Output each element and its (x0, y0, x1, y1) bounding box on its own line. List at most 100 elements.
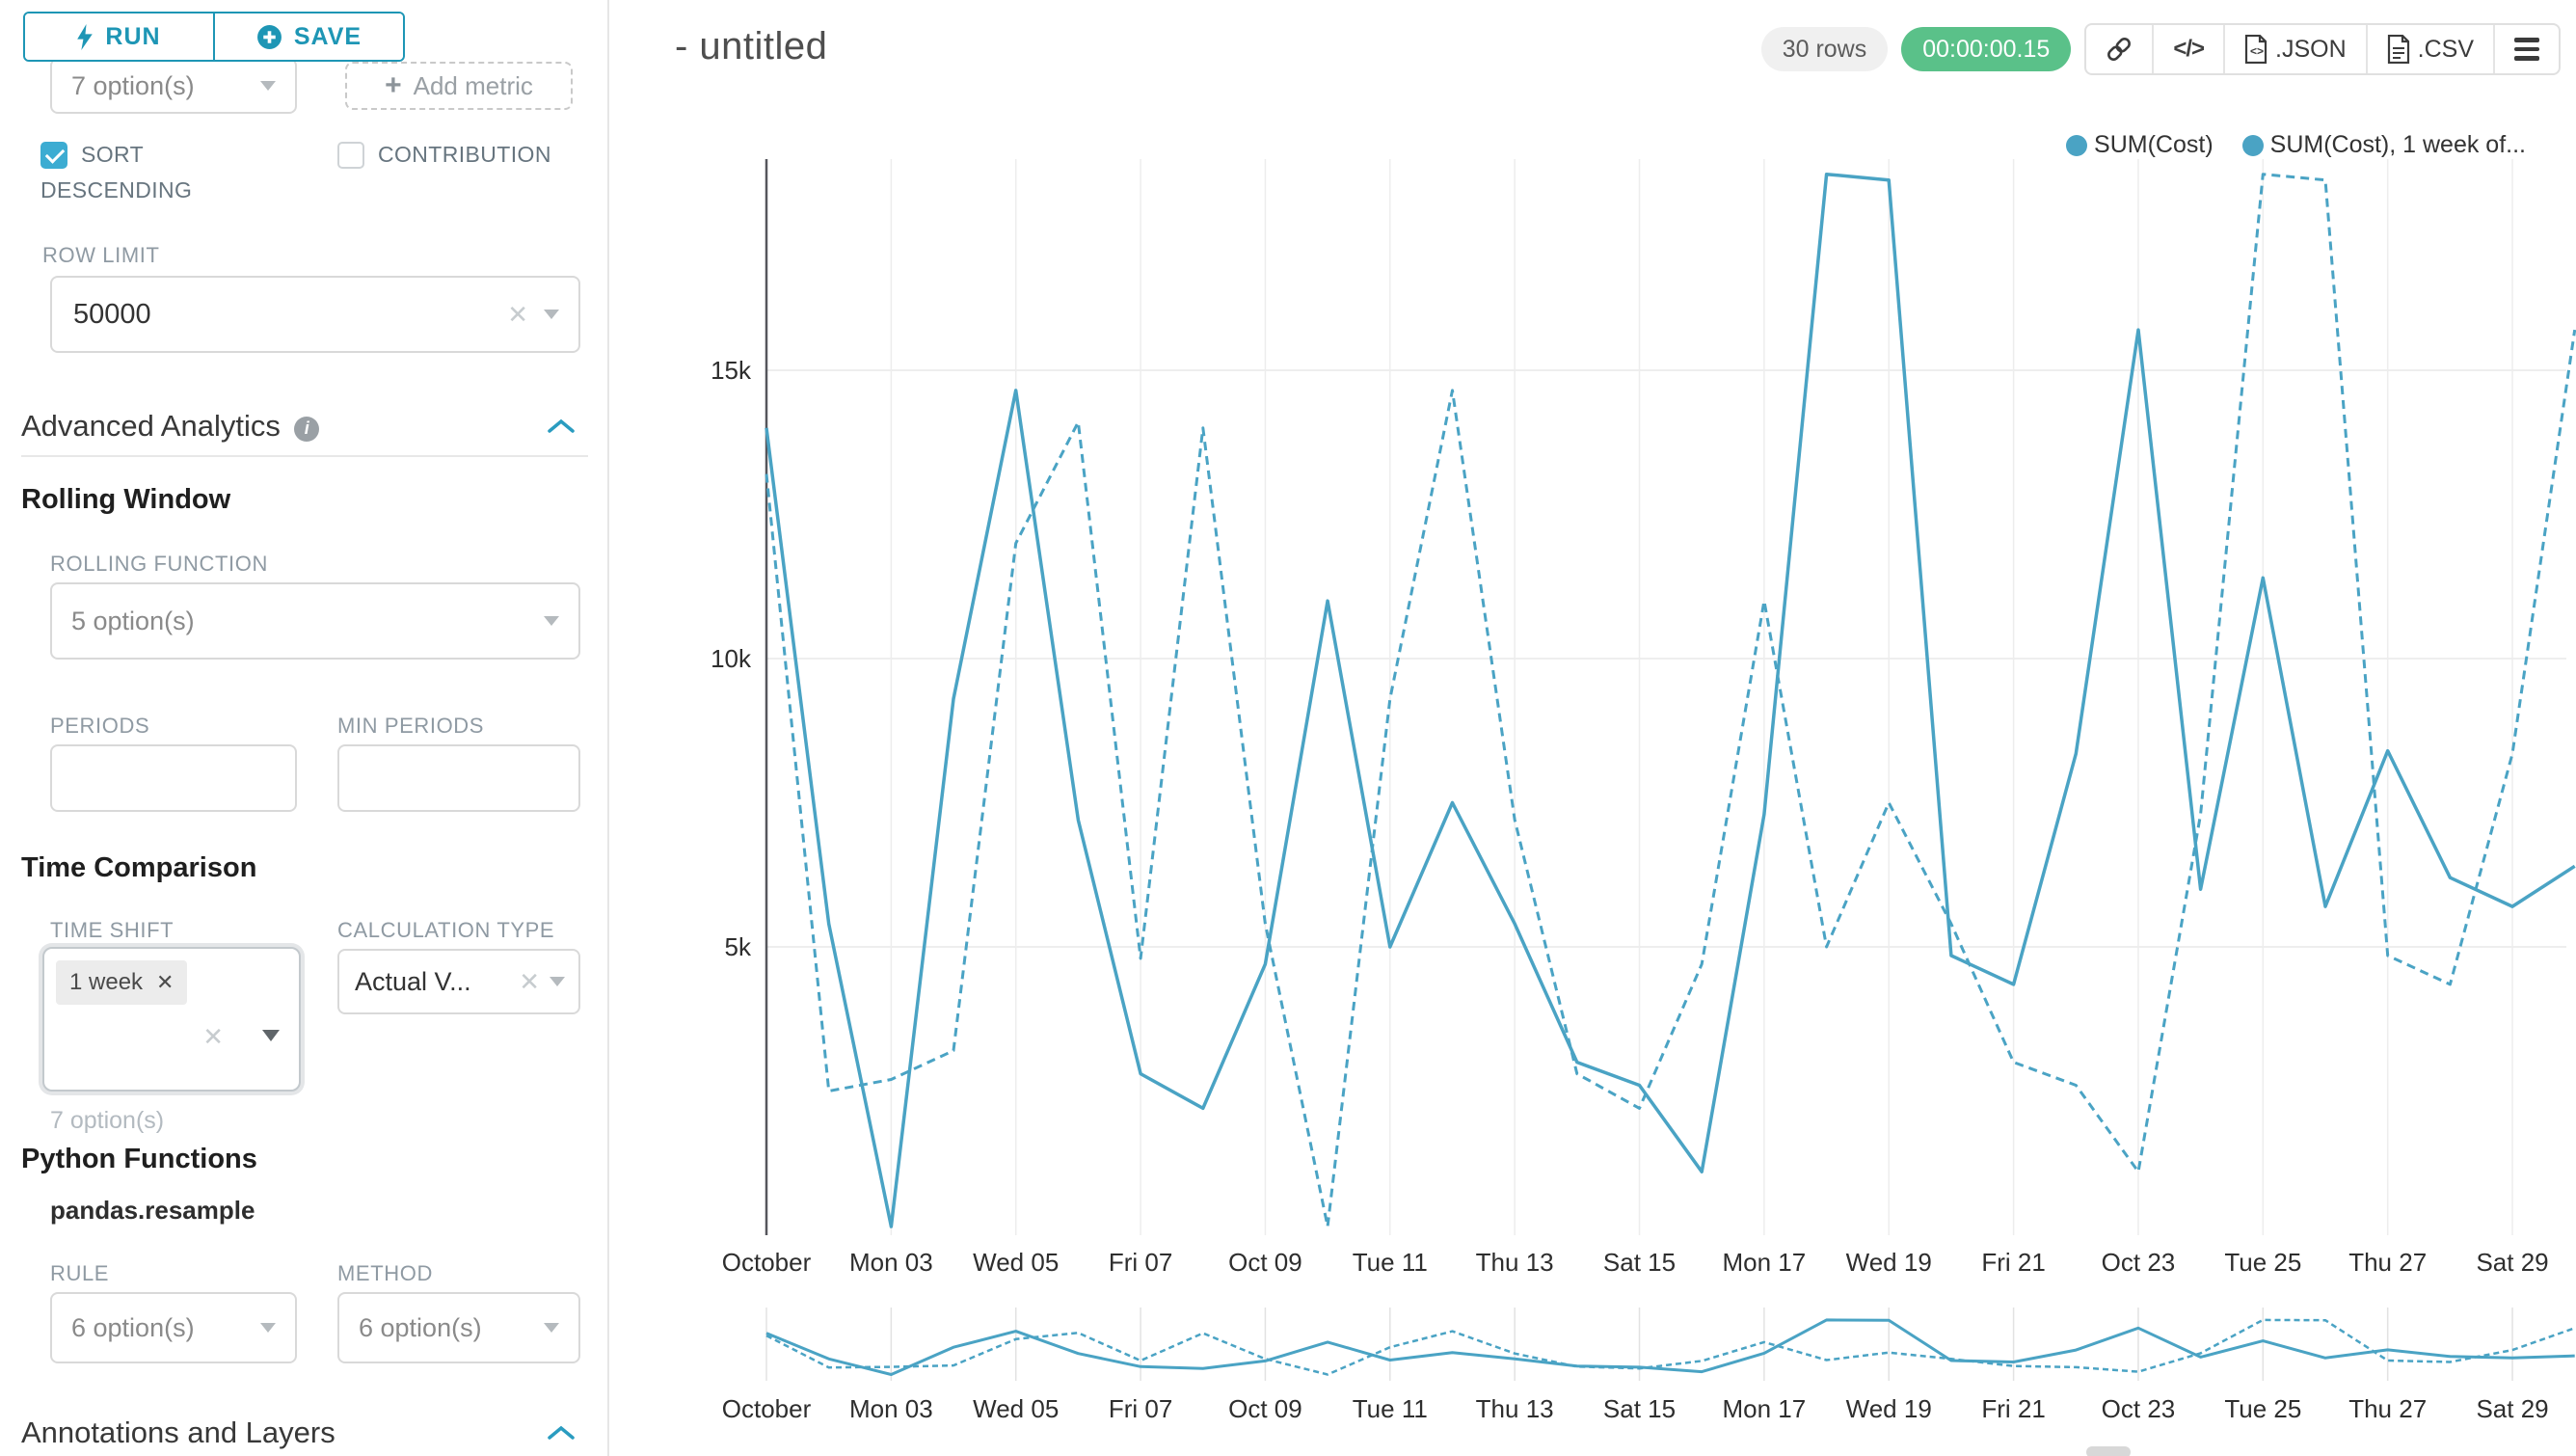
annotations-title: Annotations and Layers (21, 1416, 335, 1449)
x-axis-tick-label: Wed 19 (1846, 1248, 1932, 1277)
chart-header-actions: 30 rows 00:00:00.15 </> (1761, 23, 2561, 75)
navigator-tick-label: Tue 25 (2224, 1394, 2301, 1423)
export-csv-button[interactable]: .CSV (2366, 25, 2493, 73)
run-save-button-group: RUN SAVE (23, 12, 405, 62)
time-shift-tag: 1 week ✕ (56, 960, 187, 1005)
annotations-header[interactable]: Annotations and Layers (21, 1416, 590, 1450)
rolling-function-label: ROLLING FUNCTION (50, 552, 268, 577)
contribution-label: CONTRIBUTION (378, 142, 551, 167)
navigator-tick-label: Oct 09 (1228, 1394, 1302, 1423)
clear-icon[interactable]: ✕ (202, 1022, 224, 1052)
calculation-type-label: CALCULATION TYPE (337, 918, 554, 943)
calculation-type-select[interactable]: Actual V... ✕ (337, 949, 580, 1014)
method-select[interactable]: 6 option(s) (337, 1292, 580, 1363)
navigator-tick-label: Mon 03 (849, 1394, 933, 1423)
rule-select[interactable]: 6 option(s) (50, 1292, 297, 1363)
svg-text:<>: <> (2250, 44, 2264, 58)
x-axis-tick-label: Fri 21 (1981, 1248, 2045, 1277)
x-axis-tick-label: Mon 03 (849, 1248, 933, 1277)
row-limit-select[interactable]: 50000 ✕ (50, 276, 580, 353)
horizontal-scrollbar-thumb[interactable] (2086, 1446, 2131, 1456)
code-icon: </> (2173, 36, 2204, 63)
navigator-tick-label: Thu 13 (1476, 1394, 1554, 1423)
periods-label: PERIODS (50, 714, 149, 739)
series-line-solid (766, 175, 2575, 1227)
time-comparison-title: Time Comparison (21, 852, 256, 884)
lightning-icon (77, 24, 94, 50)
time-shift-tag-label: 1 week (69, 969, 143, 996)
explore-page: RUN SAVE 7 option(s) + Add metric SORT D… (0, 0, 2576, 1456)
y-axis-tick-label: 15k (711, 356, 752, 385)
x-axis-tick-label: October (722, 1248, 812, 1277)
run-button-label: RUN (105, 23, 160, 51)
method-value: 6 option(s) (339, 1313, 544, 1343)
remove-tag-icon[interactable]: ✕ (156, 970, 174, 995)
export-json-button[interactable]: <> .JSON (2223, 25, 2366, 73)
chart-menu-button[interactable] (2493, 25, 2559, 73)
view-query-button[interactable]: </> (2152, 25, 2223, 73)
x-axis-tick-label: Wed 05 (973, 1248, 1059, 1277)
sort-descending-checkbox[interactable] (40, 142, 67, 169)
chevron-up-icon[interactable] (548, 418, 575, 434)
min-periods-input[interactable] (337, 744, 580, 812)
line-chart-canvas[interactable]: 5k10k15kOctoberOctoberMon 03Mon 03Wed 05… (609, 87, 2576, 1456)
x-axis-tick-label: Fri 07 (1109, 1248, 1172, 1277)
controls-sidebar: RUN SAVE 7 option(s) + Add metric SORT D… (0, 0, 609, 1456)
rule-label: RULE (50, 1261, 109, 1286)
min-periods-label: MIN PERIODS (337, 714, 484, 739)
x-axis-tick-label: Thu 13 (1476, 1248, 1554, 1277)
navigator-tick-label: Thu 27 (2348, 1394, 2427, 1423)
series-limit-select[interactable]: 7 option(s) (50, 58, 297, 114)
calculation-type-value: Actual V... (339, 967, 519, 997)
clear-icon[interactable]: ✕ (519, 967, 540, 997)
chevron-down-icon (544, 616, 559, 626)
chart-panel: - untitled 30 rows 00:00:00.15 </> (609, 0, 2576, 1456)
csv-file-icon (2387, 35, 2410, 64)
chevron-down-icon (544, 310, 559, 319)
query-duration-badge: 00:00:00.15 (1901, 27, 2071, 71)
menu-icon (2514, 38, 2539, 61)
copy-link-button[interactable] (2086, 25, 2152, 73)
series-line-dashed (766, 175, 2575, 1227)
y-axis-tick-label: 5k (725, 932, 752, 961)
navigator-tick-label: Oct 23 (2102, 1394, 2176, 1423)
periods-input[interactable] (50, 744, 297, 812)
x-axis-tick-label: Sat 15 (1603, 1248, 1676, 1277)
save-button-label: SAVE (294, 23, 362, 51)
navigator-tick-label: Wed 05 (973, 1394, 1059, 1423)
clear-icon[interactable]: ✕ (507, 300, 528, 330)
chevron-down-icon (550, 977, 565, 986)
navigator-line-solid (766, 1320, 2575, 1375)
x-axis-tick-label: Mon 17 (1723, 1248, 1807, 1277)
x-axis-tick-label: Tue 25 (2224, 1248, 2301, 1277)
row-limit-label: ROW LIMIT (42, 243, 160, 268)
json-file-icon: <> (2244, 35, 2267, 64)
chevron-up-icon[interactable] (548, 1425, 575, 1441)
run-button[interactable]: RUN (25, 13, 215, 60)
row-limit-value: 50000 (52, 299, 507, 331)
chevron-down-icon (260, 1323, 276, 1333)
save-button[interactable]: SAVE (215, 13, 403, 60)
advanced-analytics-title: Advanced Analytics (21, 409, 281, 443)
x-axis-tick-label: Tue 11 (1353, 1248, 1428, 1277)
x-axis-tick-label: Thu 27 (2348, 1248, 2427, 1277)
time-shift-multiselect[interactable]: 1 week ✕ ✕ (42, 947, 301, 1092)
navigator-tick-label: Sat 29 (2476, 1394, 2548, 1423)
contribution-control: CONTRIBUTION (337, 137, 598, 173)
navigator-tick-label: Sat 15 (1603, 1394, 1676, 1423)
navigator-tick-label: Fri 07 (1109, 1394, 1172, 1423)
advanced-analytics-header[interactable]: Advanced Analytics i (21, 409, 590, 444)
rolling-function-select[interactable]: 5 option(s) (50, 582, 580, 660)
add-metric-label: Add metric (414, 71, 533, 101)
series-limit-value: 7 option(s) (52, 71, 260, 101)
csv-label: .CSV (2418, 36, 2474, 64)
row-count-badge: 30 rows (1761, 27, 1889, 71)
time-shift-helper: 7 option(s) (50, 1107, 164, 1135)
chevron-down-icon (544, 1323, 559, 1333)
time-shift-label: TIME SHIFT (50, 918, 174, 943)
chart-title[interactable]: - untitled (675, 25, 827, 68)
navigator-tick-label: Fri 21 (1981, 1394, 2045, 1423)
contribution-checkbox[interactable] (337, 142, 364, 169)
add-metric-button[interactable]: + Add metric (345, 62, 573, 110)
rolling-function-value: 5 option(s) (52, 607, 544, 636)
